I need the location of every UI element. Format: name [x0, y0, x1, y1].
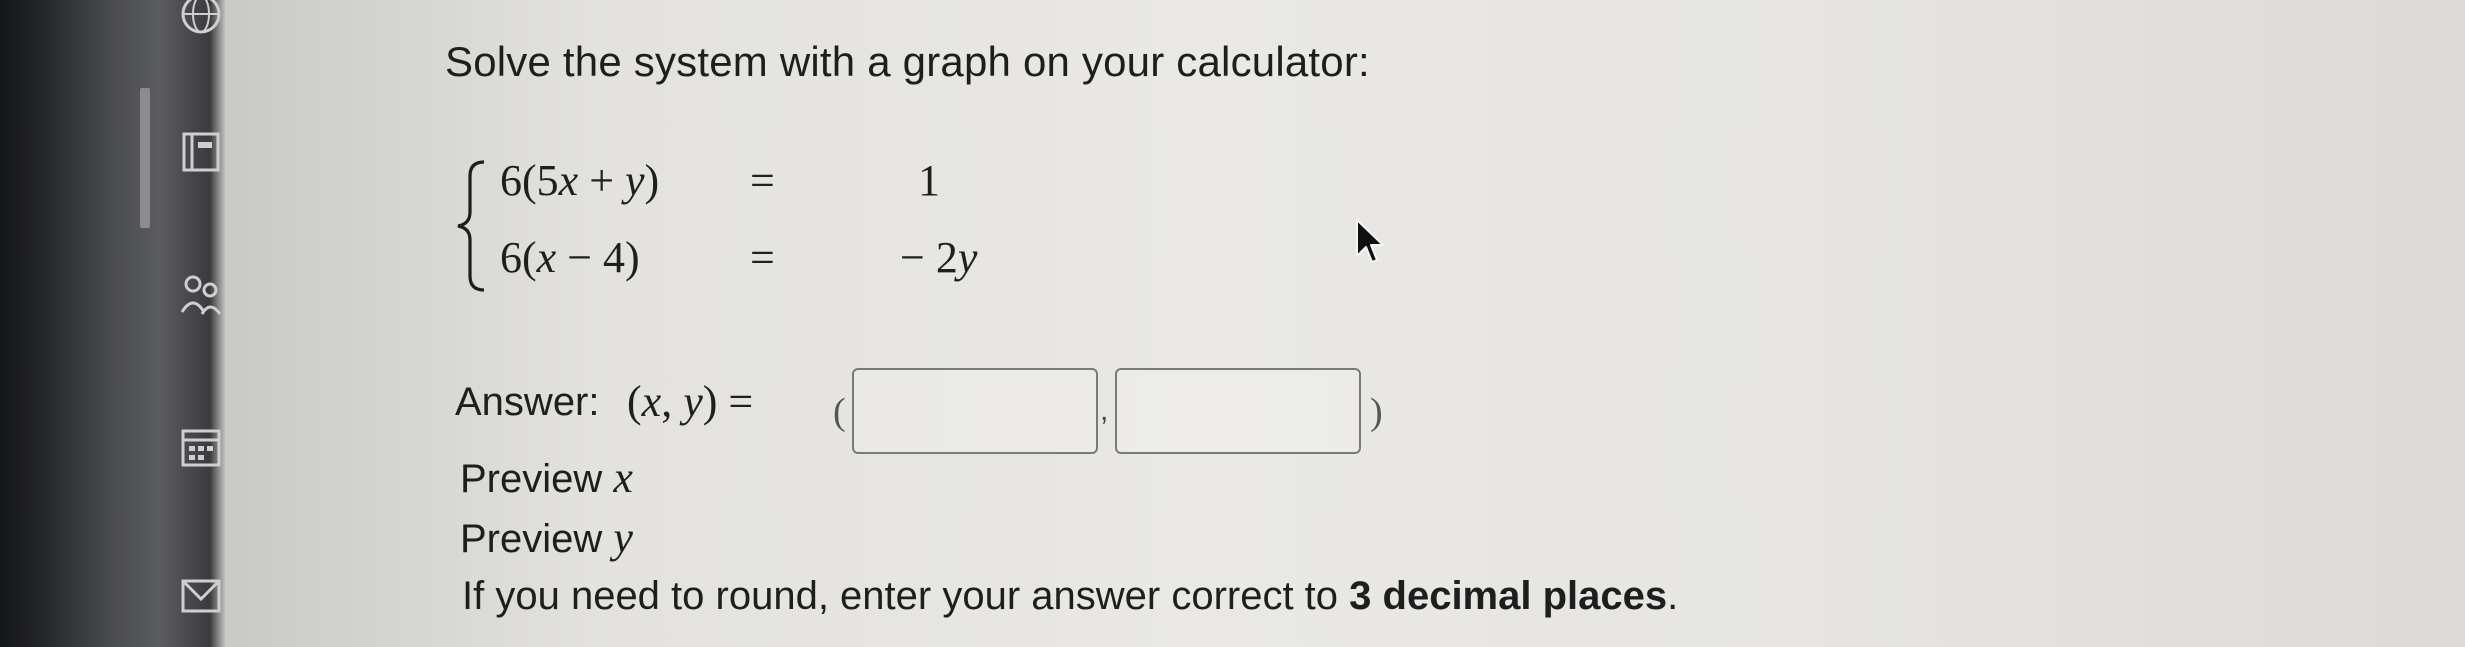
preview-x-variable: x — [613, 453, 633, 502]
question-prompt: Solve the system with a graph on your ca… — [445, 38, 1370, 85]
preview-x: Preview x — [460, 452, 633, 503]
left-brace — [457, 160, 485, 292]
equation-2-equals: = — [750, 233, 775, 282]
globe-icon[interactable] — [178, 0, 224, 46]
rounding-text-before: If you need to round, enter your answer … — [462, 574, 1350, 618]
equation-1-equals: = — [750, 156, 775, 205]
people-icon[interactable] — [178, 272, 224, 318]
preview-x-label: Preview — [460, 457, 603, 501]
lms-sidebar — [0, 0, 225, 647]
answer-ordered-pair-label: (x, y) = — [627, 377, 754, 426]
open-paren: ( — [833, 391, 846, 433]
answer-y-input[interactable] — [1115, 368, 1361, 454]
mouse-pointer-icon — [1356, 219, 1384, 263]
rounding-instructions: If you need to round, enter your answer … — [462, 574, 1678, 619]
equation-1-rhs: 1 — [918, 156, 940, 205]
answer-label: Answer: — [455, 380, 600, 424]
preview-y-variable: y — [613, 513, 633, 562]
equation-system: 6(5x + y) = 1 6(x − 4) = − 2y — [450, 150, 1050, 300]
calendar-icon[interactable] — [178, 425, 224, 471]
rounding-text-after: . — [1667, 574, 1679, 618]
answer-x-input[interactable] — [852, 368, 1098, 454]
equation-2-rhs: − 2y — [900, 233, 978, 282]
answer-row: Answer: (x, y) = ( , ) — [455, 368, 1455, 454]
sidebar-active-indicator — [140, 88, 150, 228]
answer-separator: , — [1100, 394, 1109, 427]
preview-y: Preview y — [460, 512, 633, 563]
equation-2-lhs: 6(x − 4) — [500, 233, 640, 282]
inbox-icon[interactable] — [178, 575, 224, 621]
equation-1-lhs: 6(5x + y) — [500, 156, 660, 205]
preview-y-label: Preview — [460, 517, 603, 561]
book-icon[interactable] — [178, 130, 224, 176]
close-paren: ) — [1370, 391, 1383, 433]
question-content: Solve the system with a graph on your ca… — [440, 0, 2440, 647]
rounding-precision: 3 decimal places — [1349, 574, 1668, 618]
